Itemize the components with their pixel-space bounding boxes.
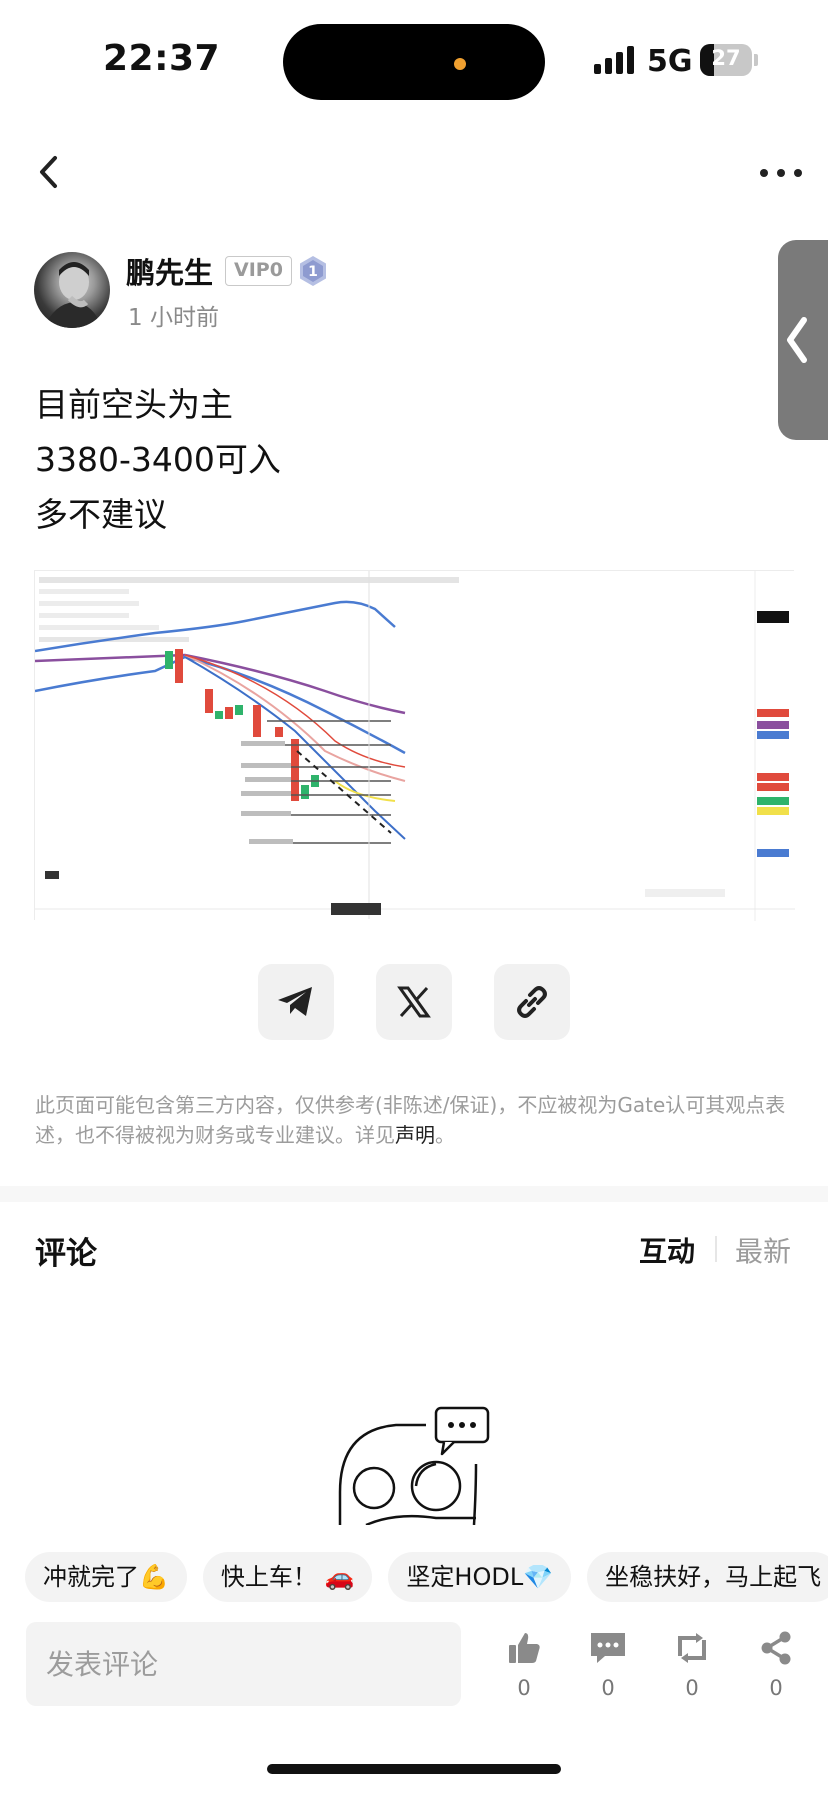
quick-reply-chip[interactable]: 快上车！ 🚗 — [202, 1552, 373, 1602]
empty-comments-illustration — [336, 1400, 496, 1525]
battery-terminal — [754, 54, 758, 66]
battery-icon: 27 — [700, 44, 752, 76]
quick-reply-chip[interactable]: 冲就完了💪 — [25, 1552, 187, 1602]
like-count: 0 — [517, 1676, 531, 1700]
like-button[interactable]: 0 — [494, 1630, 554, 1710]
post-line: 3380-3400可入 — [35, 440, 281, 479]
side-drawer-handle[interactable] — [778, 240, 828, 440]
level-badge: 1 — [298, 255, 328, 287]
quick-reply-chip[interactable]: 坚定HODL💎 — [388, 1552, 572, 1602]
comment-button[interactable]: 0 — [578, 1630, 638, 1710]
comment-bubble-icon — [591, 1633, 625, 1663]
sort-separator — [715, 1236, 717, 1262]
battery-level: 27 — [711, 46, 741, 70]
more-options-button[interactable] — [760, 160, 802, 184]
author-name[interactable]: 鹏先生 — [126, 250, 213, 292]
chat-ghost-icon — [338, 1406, 490, 1525]
share-count: 0 — [769, 1676, 783, 1700]
comment-input[interactable] — [26, 1622, 461, 1706]
sort-tab-latest[interactable]: 最新 — [735, 1230, 791, 1270]
share-telegram-button[interactable] — [258, 964, 334, 1040]
comments-title: 评论 — [35, 1236, 97, 1272]
post-line: 多不建议 — [35, 495, 167, 534]
status-bar: 22:37 5G 27 — [0, 0, 828, 120]
chevron-left-icon — [787, 317, 807, 363]
cellular-signal-icon — [594, 46, 636, 74]
link-icon — [517, 986, 547, 1018]
trading-chart-image[interactable] — [34, 570, 795, 921]
quick-reply-chips: 冲就完了💪 快上车！ 🚗 坚定HODL💎 坐稳扶好，马上起飞 — [25, 1552, 828, 1602]
thumbs-up-icon — [509, 1633, 540, 1663]
post-timestamp: 1 小时前 — [128, 305, 219, 331]
chevron-left-icon — [40, 156, 57, 188]
disclaimer: 此页面可能包含第三方内容，仅供参考(非陈述/保证)，不应被视为Gate认可其观点… — [35, 1090, 795, 1150]
home-indicator[interactable] — [267, 1764, 561, 1774]
post-line: 目前空头为主 — [35, 385, 233, 424]
recording-indicator-icon — [454, 58, 466, 70]
x-logo-icon — [397, 986, 431, 1018]
share-button[interactable]: 0 — [746, 1630, 806, 1710]
statement-link[interactable]: 声明 — [395, 1123, 435, 1147]
vip-badge: VIP0 — [225, 256, 292, 286]
share-x-button[interactable] — [376, 964, 452, 1040]
avatar[interactable] — [34, 252, 110, 328]
chart-image-drawing — [35, 571, 795, 921]
disclaimer-end: 。 — [435, 1123, 455, 1147]
level-number: 1 — [308, 264, 318, 280]
sort-tab-interaction[interactable]: 互动 — [639, 1230, 695, 1270]
back-button[interactable] — [30, 148, 70, 196]
copy-link-button[interactable] — [494, 964, 570, 1040]
clock: 22:37 — [103, 38, 221, 79]
repost-count: 0 — [685, 1676, 699, 1700]
post-body: 目前空头为主 3380-3400可入 多不建议 — [35, 377, 281, 542]
share-nodes-icon — [761, 1631, 791, 1665]
telegram-icon — [278, 987, 312, 1016]
avatar-portrait — [44, 262, 102, 328]
repost-icon — [678, 1633, 706, 1663]
quick-reply-chip[interactable]: 坐稳扶好，马上起飞 — [587, 1552, 828, 1602]
section-divider — [0, 1186, 828, 1202]
network-type: 5G — [647, 44, 693, 79]
repost-button[interactable]: 0 — [662, 1630, 722, 1710]
dynamic-island — [283, 24, 545, 100]
comment-count: 0 — [601, 1676, 615, 1700]
hexagon-level-icon: 1 — [300, 256, 326, 286]
